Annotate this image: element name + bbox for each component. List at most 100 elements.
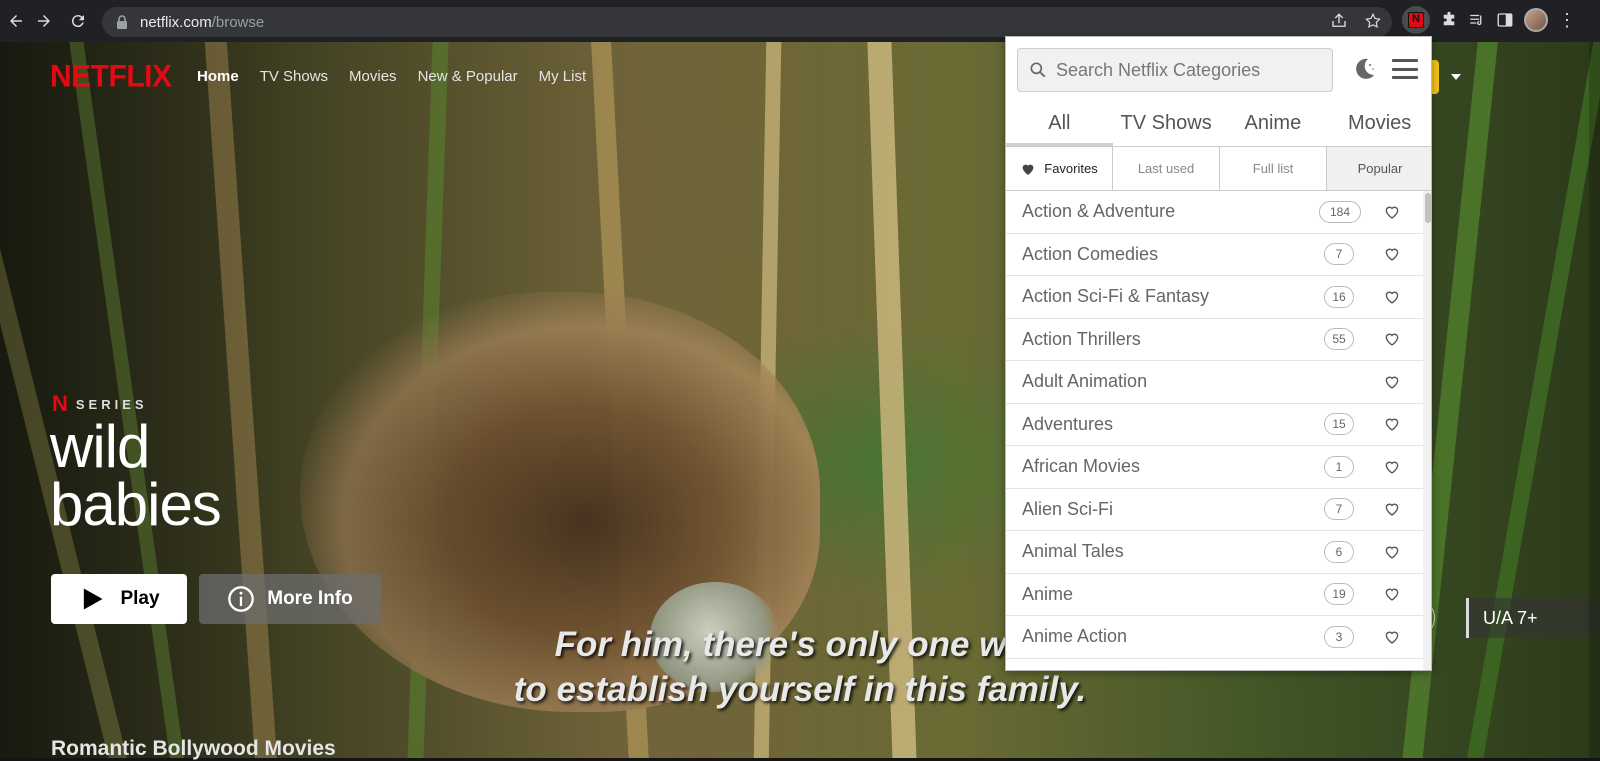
category-row[interactable] — [1006, 659, 1423, 671]
category-count-badge: 3 — [1324, 625, 1354, 648]
category-row[interactable]: Anime Action 3 — [1006, 616, 1423, 659]
address-bar[interactable]: netflix.com/browse — [102, 7, 1392, 37]
forward-button[interactable] — [28, 5, 60, 37]
reload-button[interactable] — [62, 5, 94, 37]
category-count-badge: 7 — [1324, 498, 1354, 521]
category-row[interactable]: African Movies 1 — [1006, 446, 1423, 489]
category-name: Anime Action — [1022, 626, 1128, 647]
category-row[interactable]: Adventures 15 — [1006, 404, 1423, 446]
lock-icon — [117, 15, 127, 29]
netflix-categories-extension-icon[interactable]: N — [1402, 6, 1430, 34]
nav-tv-shows[interactable]: TV Shows — [260, 68, 328, 85]
category-row[interactable]: Action Sci-Fi & Fantasy 16 — [1006, 276, 1423, 319]
bookmark-star-icon[interactable] — [1364, 12, 1382, 30]
heart-outline-icon[interactable] — [1383, 585, 1401, 603]
subtab-favorites[interactable]: Favorites — [1006, 147, 1113, 190]
show-title: wild babies — [50, 413, 350, 538]
subtab-full-list[interactable]: Full list — [1220, 147, 1327, 190]
category-row[interactable]: Action & Adventure 184 — [1006, 191, 1423, 234]
page-scrollbar[interactable] — [1589, 42, 1600, 758]
category-count-badge: 55 — [1324, 328, 1354, 351]
rating-label: U/A 7+ — [1483, 607, 1538, 628]
category-row[interactable]: Action Comedies 7 — [1006, 234, 1423, 276]
category-count-badge: 15 — [1324, 413, 1354, 436]
category-row[interactable]: Animal Tales 6 — [1006, 531, 1423, 574]
nav-home[interactable]: Home — [197, 68, 239, 85]
share-icon[interactable] — [1330, 12, 1348, 30]
chrome-menu-icon[interactable]: ⋮ — [1558, 11, 1576, 29]
more-info-button[interactable]: More Info — [199, 574, 381, 624]
tab-tv-shows[interactable]: TV Shows — [1113, 104, 1220, 146]
search-box — [1017, 48, 1333, 92]
category-name: Action Sci-Fi & Fantasy — [1022, 286, 1210, 307]
search-input[interactable] — [1056, 59, 1316, 81]
heart-filled-icon — [1022, 164, 1034, 175]
heart-outline-icon[interactable] — [1383, 288, 1401, 306]
category-count-badge: 19 — [1324, 583, 1354, 606]
heart-outline-icon[interactable] — [1383, 330, 1401, 348]
subtab-favorites-label: Favorites — [1044, 161, 1098, 176]
chrome-profile-avatar[interactable] — [1524, 8, 1548, 32]
category-name: Action Comedies — [1022, 243, 1159, 264]
menu-hamburger-icon[interactable] — [1392, 59, 1418, 79]
profile-dropdown-caret[interactable] — [1451, 74, 1461, 80]
tab-anime[interactable]: Anime — [1220, 104, 1327, 146]
play-icon — [84, 588, 103, 610]
category-count-badge: 184 — [1319, 200, 1361, 223]
category-name: Adult Animation — [1022, 371, 1148, 392]
show-title-line1: wild — [50, 413, 150, 480]
category-name: Animal Tales — [1022, 541, 1124, 562]
category-row[interactable]: Alien Sci-Fi 7 — [1006, 489, 1423, 531]
extension-popup: All TV Shows Anime Movies Favorites Last… — [1005, 36, 1432, 671]
category-row[interactable]: Action Thrillers 55 — [1006, 319, 1423, 361]
category-name: Adventures — [1022, 413, 1114, 434]
tab-movies[interactable]: Movies — [1326, 104, 1431, 146]
row-title[interactable]: Romantic Bollywood Movies — [51, 737, 336, 761]
category-list: Action & Adventure 184 Action Comedies 7 Act… — [1006, 191, 1423, 671]
heart-outline-icon[interactable] — [1383, 543, 1401, 561]
nav-my-list[interactable]: My List — [539, 68, 587, 85]
category-count-badge: 1 — [1324, 455, 1354, 478]
category-count-badge: 16 — [1324, 285, 1354, 308]
play-label: Play — [120, 588, 160, 609]
reload-icon — [71, 15, 84, 28]
extensions-puzzle-icon[interactable] — [1440, 11, 1458, 29]
category-name: Action & Adventure — [1022, 201, 1176, 222]
side-panel-icon[interactable] — [1496, 11, 1514, 29]
heart-outline-icon[interactable] — [1383, 458, 1401, 476]
list-scrollbar[interactable] — [1423, 191, 1431, 670]
show-title-line2: babies — [50, 471, 222, 538]
url-host: netflix.com — [140, 13, 212, 31]
url-path: /browse — [211, 13, 265, 31]
dark-mode-moon-icon[interactable] — [1351, 56, 1377, 82]
category-count-badge: 6 — [1324, 540, 1354, 563]
netflix-logo[interactable]: NETFLIX — [50, 59, 172, 95]
nav-movies[interactable]: Movies — [349, 68, 397, 85]
play-button[interactable]: Play — [51, 574, 187, 624]
list-scroll-thumb[interactable] — [1425, 193, 1431, 223]
category-row[interactable]: Adult Animation — [1006, 361, 1423, 404]
heart-outline-icon[interactable] — [1383, 245, 1401, 263]
heart-outline-icon[interactable] — [1383, 373, 1401, 391]
heart-outline-icon[interactable] — [1383, 628, 1401, 646]
category-name: Anime — [1022, 583, 1074, 604]
category-row[interactable]: Anime 19 — [1006, 574, 1423, 616]
heart-outline-icon[interactable] — [1383, 415, 1401, 433]
category-name: Action Thrillers — [1022, 328, 1141, 349]
nav-new-popular[interactable]: New & Popular — [418, 68, 518, 85]
category-name: African Movies — [1022, 456, 1141, 477]
subtab-last-used[interactable]: Last used — [1113, 147, 1220, 190]
info-icon — [228, 586, 255, 612]
category-name: Alien Sci-Fi — [1022, 498, 1114, 519]
media-control-icon[interactable] — [1468, 11, 1486, 29]
subtab-popular[interactable]: Popular — [1327, 147, 1431, 190]
heart-outline-icon[interactable] — [1383, 500, 1401, 518]
heart-outline-icon[interactable] — [1383, 203, 1401, 221]
forward-arrow-icon — [38, 15, 50, 27]
more-info-label: More Info — [267, 588, 353, 609]
maturity-rating: U/A 7+ — [1466, 598, 1600, 638]
tab-all[interactable]: All — [1006, 104, 1113, 146]
netflix-nav: Home TV Shows Movies New & Popular My Li… — [197, 68, 586, 85]
series-label: SERIES — [75, 396, 148, 412]
search-icon — [1030, 62, 1046, 78]
